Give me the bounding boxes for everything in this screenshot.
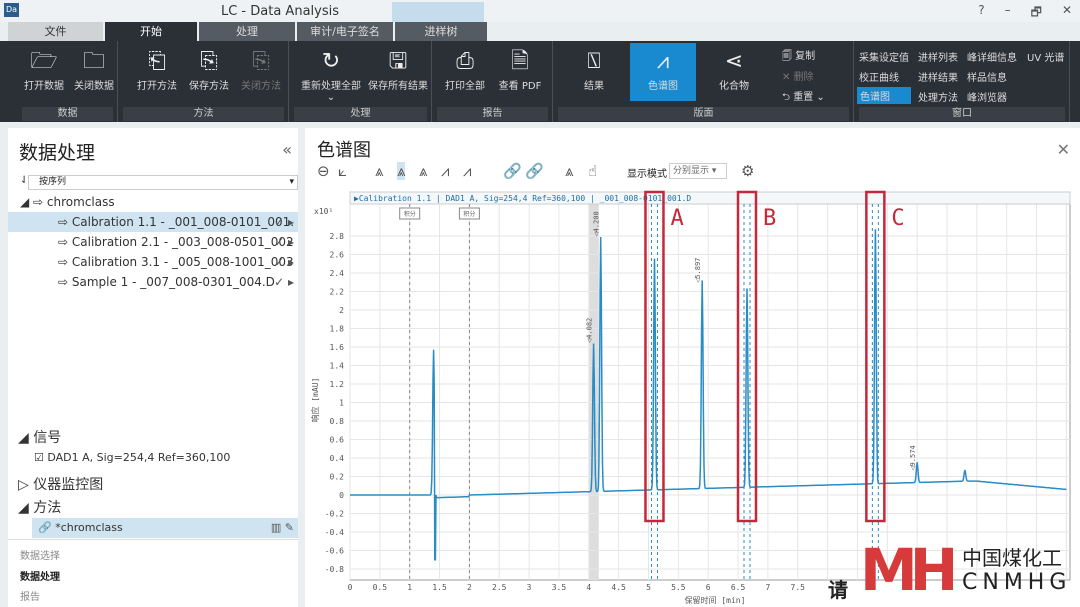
y-tick-label: 1.6 bbox=[330, 343, 345, 352]
x-tick-label: 0.5 bbox=[373, 583, 388, 592]
y-tick-label: 1.2 bbox=[330, 380, 345, 389]
x-tick-label: 1 bbox=[407, 583, 412, 592]
x-tick-label: 2.5 bbox=[492, 583, 507, 592]
annotation-label: B bbox=[763, 206, 776, 231]
x-tick-label: 5.5 bbox=[671, 583, 686, 592]
y-tick-label: 1.4 bbox=[330, 362, 345, 371]
y-tick-label: 0 bbox=[339, 491, 344, 500]
plot-area bbox=[349, 203, 1071, 581]
x-tick-label: 3 bbox=[527, 583, 532, 592]
y-tick-label: -0.8 bbox=[325, 565, 344, 574]
y-tick-label: -0.4 bbox=[325, 528, 344, 537]
y-tick-label: 0.6 bbox=[330, 436, 345, 445]
y-tick-label: 0.8 bbox=[330, 417, 345, 426]
peak-label: ◁4.082 bbox=[586, 318, 594, 344]
peak-label: ◁4.200 bbox=[593, 211, 601, 237]
x-tick-label: 3.5 bbox=[552, 583, 567, 592]
x-tick-label: 6 bbox=[706, 583, 711, 592]
y-tick-label: 0.2 bbox=[330, 473, 345, 482]
peak-label: ◁5.897 bbox=[694, 258, 702, 284]
chart-header: ▶Calibration 1.1 | DAD1 A, Sig=254,4 Ref… bbox=[354, 194, 691, 203]
y-tick-label: 2.4 bbox=[330, 269, 345, 278]
y-tick-label: 2.8 bbox=[330, 232, 345, 241]
x-tick-label: 4.5 bbox=[611, 583, 626, 592]
y-tick-label: 1 bbox=[339, 399, 344, 408]
y-tick-label: 2.2 bbox=[330, 288, 345, 297]
annotation-label: C bbox=[891, 206, 904, 231]
x-tick-label: 4 bbox=[586, 583, 591, 592]
y-axis-label: 响应 [mAU] bbox=[310, 378, 320, 423]
y-exponent: x10¹ bbox=[314, 207, 333, 216]
x-tick-label: 6.5 bbox=[731, 583, 746, 592]
peak-label: ◁9.574 bbox=[909, 445, 917, 471]
event-label: 积分 bbox=[463, 210, 475, 218]
x-tick-label: 1.5 bbox=[432, 583, 447, 592]
x-tick-label: 5 bbox=[646, 583, 651, 592]
y-tick-label: 0.4 bbox=[330, 454, 345, 463]
y-tick-label: 1.8 bbox=[330, 325, 345, 334]
chromatogram-chart: -0.8 -0.6 -0.4 -0.2 0 0.2 0.4 0.6 0.8 1 1.2 1.4 1.6 1… bbox=[310, 190, 1071, 605]
x-tick-label: 7.5 bbox=[791, 583, 806, 592]
y-tick-label: 2.6 bbox=[330, 251, 345, 260]
x-tick-label: 0 bbox=[348, 583, 353, 592]
annotation-label: A bbox=[670, 206, 683, 231]
y-tick-label: -0.2 bbox=[325, 510, 344, 519]
y-tick-label: 2 bbox=[339, 306, 344, 315]
x-tick-label: 2 bbox=[467, 583, 472, 592]
x-tick-label: 7 bbox=[765, 583, 770, 592]
y-tick-label: -0.6 bbox=[325, 547, 344, 556]
event-label: 积分 bbox=[404, 210, 416, 218]
x-axis-label: 保留时间 [min] bbox=[685, 595, 746, 605]
